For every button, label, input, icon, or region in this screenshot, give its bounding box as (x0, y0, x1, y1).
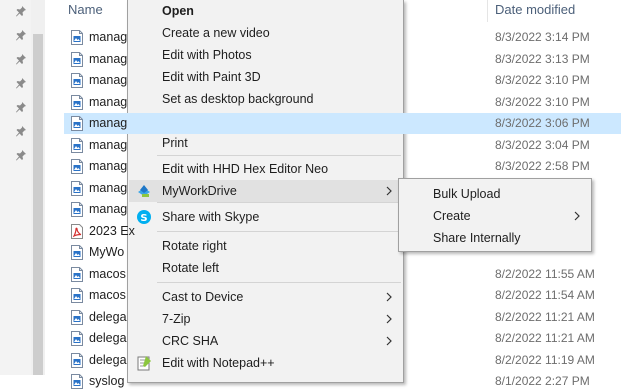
file-row[interactable]: manag 8/3/2022 3:13 PM (64, 49, 621, 70)
file-date-modified: 8/3/2022 3:04 PM (495, 137, 590, 152)
file-row[interactable]: manag 8/3/2022 3:10 PM (64, 92, 621, 113)
pin-icon (15, 77, 27, 89)
file-name: manag (89, 137, 128, 152)
pin-icon (15, 125, 27, 137)
file-name: manag (89, 159, 128, 173)
quick-access-scrollbar[interactable] (31, 0, 45, 375)
file-name: manag (89, 116, 128, 130)
image-file-icon (71, 374, 83, 389)
file-date-modified: 8/3/2022 2:58 PM (495, 159, 590, 173)
file-date-modified: 8/3/2022 3:13 PM (495, 51, 590, 66)
file-name: manag (89, 180, 128, 195)
file-row[interactable]: manag 8/3/2022 3:04 PM (64, 135, 621, 156)
image-file-icon (71, 94, 83, 110)
menu-item-open[interactable]: Open (129, 0, 402, 22)
file-date-modified: 8/3/2022 3:10 PM (495, 73, 590, 87)
file-date-modified: 8/2/2022 11:55 AM (495, 266, 595, 281)
file-row[interactable]: manag (64, 199, 621, 220)
column-header-date-modified[interactable]: Date modified (495, 2, 575, 17)
file-date-modified: 8/2/2022 11:54 AM (495, 288, 595, 302)
pdf-file-icon (71, 223, 83, 239)
column-header-name[interactable]: Name (68, 2, 103, 17)
file-row[interactable]: macos 8/2/2022 11:54 AM (64, 285, 621, 306)
image-file-icon (71, 288, 83, 303)
file-name: manag (89, 51, 128, 66)
image-file-icon (71, 30, 83, 45)
image-file-icon (71, 73, 83, 88)
image-file-icon (71, 245, 83, 260)
image-file-icon (71, 51, 83, 67)
file-name: manag (89, 202, 128, 216)
file-name: delega (89, 352, 127, 367)
file-date-modified: 8/2/2022 11:21 AM (495, 331, 595, 345)
file-name: manag (89, 73, 128, 87)
file-row[interactable]: manag 8/3/2022 3:06 PM (64, 113, 621, 134)
file-date-modified: 8/2/2022 11:21 AM (495, 309, 595, 324)
file-name: delega (89, 331, 127, 345)
pin-icon (15, 101, 27, 113)
file-date-modified: 8/2/2022 11:19 AM (495, 352, 595, 367)
file-name: macos (89, 266, 126, 281)
file-row[interactable]: syslog 8/1/2022 2:27 PM (64, 371, 621, 392)
file-row[interactable]: manag (64, 178, 621, 199)
image-file-icon (71, 202, 83, 217)
file-name: MyWo (89, 245, 125, 259)
image-file-icon (71, 331, 83, 346)
file-row[interactable]: macos 8/2/2022 11:55 AM (64, 264, 621, 285)
image-file-icon (71, 309, 83, 325)
file-date-modified: 8/1/2022 2:27 PM (495, 374, 590, 388)
scrollbar-thumb[interactable] (33, 34, 43, 375)
image-file-icon (71, 180, 83, 196)
pin-icon (15, 149, 27, 161)
file-row[interactable]: delega 8/2/2022 11:19 AM (64, 350, 621, 371)
image-file-icon (71, 137, 83, 153)
file-name: 2023 Ex (89, 223, 135, 238)
file-date-modified: 8/3/2022 3:06 PM (495, 116, 590, 130)
pin-icon (15, 29, 27, 41)
file-name: syslog (89, 374, 125, 388)
file-name: manag (89, 94, 128, 109)
file-row[interactable]: manag 8/3/2022 3:10 PM (64, 70, 621, 91)
file-date-modified: 8/3/2022 3:14 PM (495, 30, 590, 44)
file-name: delega (89, 309, 127, 324)
image-file-icon (71, 159, 83, 174)
file-row[interactable]: delega 8/2/2022 11:21 AM (64, 328, 621, 349)
file-row[interactable]: manag 8/3/2022 2:58 PM (64, 156, 621, 177)
column-divider[interactable] (487, 0, 488, 22)
file-row[interactable]: 2023 Ex (64, 221, 621, 242)
menu-item-label: Open (162, 4, 194, 18)
image-file-icon (71, 116, 83, 131)
file-row[interactable]: MyWo (64, 242, 621, 263)
pin-icon (15, 53, 27, 65)
pin-icon (15, 5, 27, 17)
file-name: macos (89, 288, 126, 302)
file-row[interactable]: manag 8/3/2022 3:14 PM (64, 27, 621, 48)
file-date-modified: 8/3/2022 3:10 PM (495, 94, 590, 109)
file-name: manag (89, 30, 128, 44)
file-row[interactable]: delega 8/2/2022 11:21 AM (64, 307, 621, 328)
image-file-icon (71, 352, 83, 368)
image-file-icon (71, 266, 83, 282)
